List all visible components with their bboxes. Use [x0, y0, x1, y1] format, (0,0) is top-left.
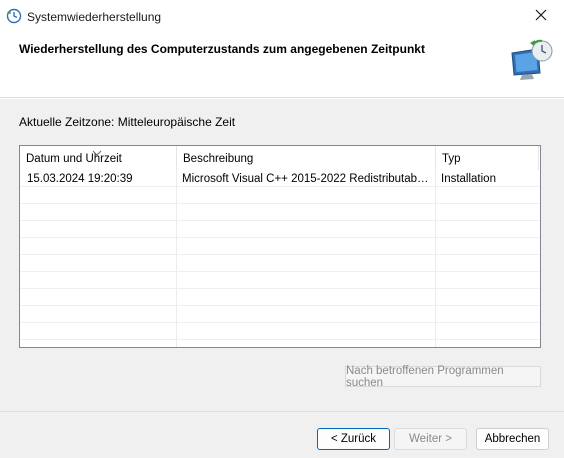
row-description: Microsoft Visual C++ 2015-2022 Redistrib…	[182, 173, 431, 185]
column-label-type: Typ	[442, 153, 461, 165]
sort-chevron-icon	[92, 147, 102, 156]
window-title: Systemwiederherstellung	[27, 10, 162, 24]
scan-affected-programs-button[interactable]: Nach betroffenen Programmen suchen	[345, 365, 541, 389]
wizard-body: Aktuelle Zeitzone: Mitteleuropäische Zei…	[0, 99, 564, 411]
empty-row	[20, 272, 540, 289]
empty-row	[20, 289, 540, 306]
list-header: Datum und Uhrzeit Beschreibung Typ	[20, 146, 540, 170]
wizard-footer: < Zurück Weiter > Abbrechen	[0, 411, 564, 458]
empty-row	[20, 204, 540, 221]
close-button[interactable]	[518, 0, 564, 32]
row-date: 15.03.2024 19:20:39	[27, 173, 133, 185]
list-rows: 15.03.2024 19:20:39 Microsoft Visual C++…	[20, 170, 540, 340]
empty-row	[20, 323, 540, 340]
next-button[interactable]: Weiter >	[394, 428, 467, 450]
column-header-description[interactable]: Beschreibung	[177, 146, 436, 170]
title-bar: Systemwiederherstellung	[0, 0, 564, 34]
timezone-label: Aktuelle Zeitzone: Mitteleuropäische Zei…	[19, 115, 236, 129]
wizard-header: Wiederherstellung des Computerzustands z…	[0, 34, 564, 98]
column-header-date[interactable]: Datum und Uhrzeit	[20, 146, 177, 170]
system-restore-monitor-icon	[508, 39, 554, 83]
cancel-button[interactable]: Abbrechen	[476, 428, 549, 450]
empty-row	[20, 255, 540, 272]
system-restore-icon	[6, 8, 22, 24]
empty-row	[20, 221, 540, 238]
table-row[interactable]: 15.03.2024 19:20:39 Microsoft Visual C++…	[20, 170, 540, 187]
column-label-description: Beschreibung	[183, 153, 254, 165]
restore-points-list[interactable]: Datum und Uhrzeit Beschreibung Typ 15.03…	[19, 145, 541, 348]
column-header-type[interactable]: Typ	[436, 146, 539, 170]
close-icon	[535, 9, 547, 24]
column-label-date: Datum und Uhrzeit	[26, 153, 122, 165]
page-title: Wiederherstellung des Computerzustands z…	[19, 42, 425, 56]
row-type: Installation	[441, 173, 496, 185]
empty-row	[20, 187, 540, 204]
back-button[interactable]: < Zurück	[317, 428, 390, 450]
empty-row	[20, 306, 540, 323]
empty-row	[20, 238, 540, 255]
